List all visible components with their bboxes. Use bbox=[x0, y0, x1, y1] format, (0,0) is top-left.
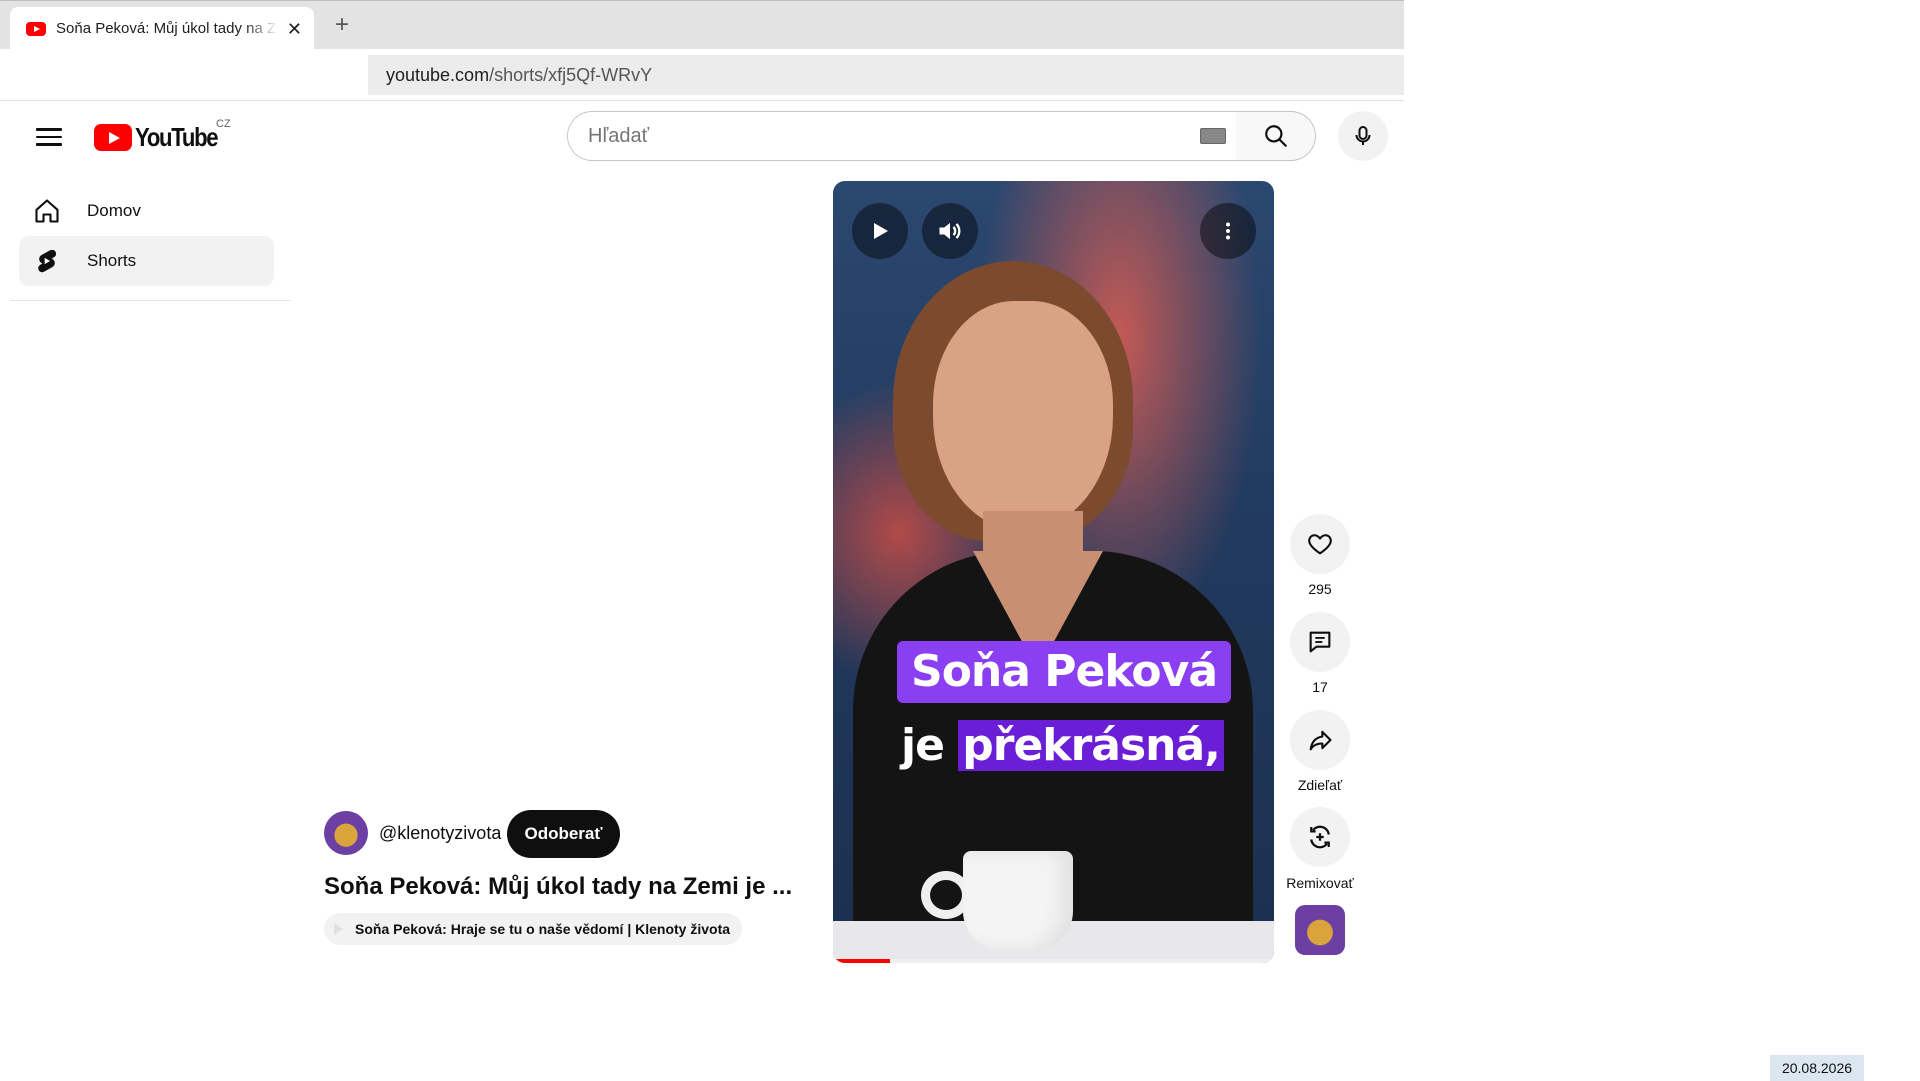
share-button[interactable] bbox=[1290, 710, 1350, 770]
keyboard-icon[interactable] bbox=[1200, 128, 1226, 144]
url-field[interactable]: youtube.com/shorts/xfj5Qf-WRvY bbox=[368, 55, 1404, 95]
caption-highlight-word: překrásná, bbox=[958, 720, 1224, 771]
video-progress-fill bbox=[833, 959, 891, 963]
comment-icon bbox=[1309, 631, 1331, 653]
more-vertical-icon bbox=[1226, 222, 1230, 240]
volume-icon bbox=[939, 222, 961, 240]
share-icon bbox=[1309, 730, 1332, 751]
microphone-icon bbox=[1355, 126, 1371, 145]
comment-count: 17 bbox=[1312, 679, 1328, 695]
subscribe-button[interactable]: Odoberať bbox=[507, 810, 620, 858]
caption-line-2: je překrásná, bbox=[901, 718, 1224, 774]
like-count: 295 bbox=[1308, 581, 1332, 597]
close-tab-icon[interactable]: ✕ bbox=[287, 20, 302, 38]
shorts-icon bbox=[38, 249, 57, 273]
related-video-chip[interactable]: Soňa Peková: Hraje se tu o naše vědomí |… bbox=[324, 913, 743, 945]
heart-icon bbox=[1308, 534, 1332, 555]
browser-tab-strip: Soňa Peková: Můj úkol tady na Zemi je př… bbox=[0, 0, 1404, 50]
related-video-title: Soňa Peková: Hraje se tu o naše vědomí |… bbox=[355, 921, 731, 937]
sidebar-item-home[interactable]: Domov bbox=[19, 186, 274, 236]
voice-search-button[interactable] bbox=[1338, 111, 1388, 161]
short-video-player[interactable]: Soňa Peková je překrásná, bbox=[833, 181, 1274, 963]
remix-label: Remixovať bbox=[1286, 875, 1354, 891]
play-button[interactable] bbox=[852, 203, 908, 259]
more-options-button[interactable] bbox=[1200, 203, 1256, 259]
volume-button[interactable] bbox=[922, 203, 978, 259]
url-host: youtube.com bbox=[386, 64, 490, 85]
channel-handle[interactable]: @klenotyzivota bbox=[379, 823, 501, 844]
play-chip-icon bbox=[334, 923, 343, 935]
search-button[interactable] bbox=[1236, 111, 1316, 161]
share-label: Zdieľať bbox=[1297, 777, 1343, 793]
home-icon bbox=[35, 199, 59, 223]
comments-button[interactable] bbox=[1290, 612, 1350, 672]
remix-button[interactable] bbox=[1290, 807, 1350, 867]
play-icon bbox=[874, 223, 888, 239]
tab-title: Soňa Peková: Můj úkol tady na Zemi je př… bbox=[56, 20, 278, 37]
sidebar-divider bbox=[10, 300, 291, 301]
browser-tab[interactable]: Soňa Peková: Můj úkol tady na Zemi je př… bbox=[10, 7, 314, 50]
youtube-favicon-icon bbox=[26, 21, 46, 36]
url-path: /shorts/xfj5Qf-WRvY bbox=[489, 64, 653, 85]
search-icon bbox=[1264, 125, 1287, 147]
youtube-logo[interactable]: YouTube bbox=[94, 122, 232, 152]
sidebar-item-label: Shorts bbox=[87, 251, 137, 270]
menu-icon[interactable] bbox=[36, 124, 62, 148]
caption-line-1: Soňa Peková bbox=[897, 641, 1232, 703]
caption-word: je bbox=[901, 720, 945, 771]
country-code: CZ bbox=[216, 118, 231, 130]
search-input[interactable] bbox=[588, 124, 1148, 148]
sound-source-avatar[interactable] bbox=[1295, 905, 1345, 955]
taskbar-date: 20.08.2026 bbox=[1770, 1055, 1864, 1081]
like-button[interactable] bbox=[1290, 514, 1350, 574]
sidebar-item-label: Domov bbox=[87, 201, 141, 220]
sidebar-item-shorts[interactable]: Shorts bbox=[19, 236, 274, 286]
channel-avatar[interactable] bbox=[324, 811, 368, 855]
new-tab-button[interactable]: + bbox=[330, 11, 354, 39]
short-title[interactable]: Soňa Peková: Můj úkol tady na Zemi je ..… bbox=[324, 873, 794, 901]
video-frame-cup bbox=[963, 851, 1073, 951]
youtube-play-icon bbox=[94, 123, 132, 151]
remix-icon bbox=[1310, 825, 1330, 849]
video-progress-bar[interactable] bbox=[833, 959, 1274, 963]
search-box bbox=[567, 111, 1237, 161]
logo-text: YouTube bbox=[135, 121, 219, 152]
